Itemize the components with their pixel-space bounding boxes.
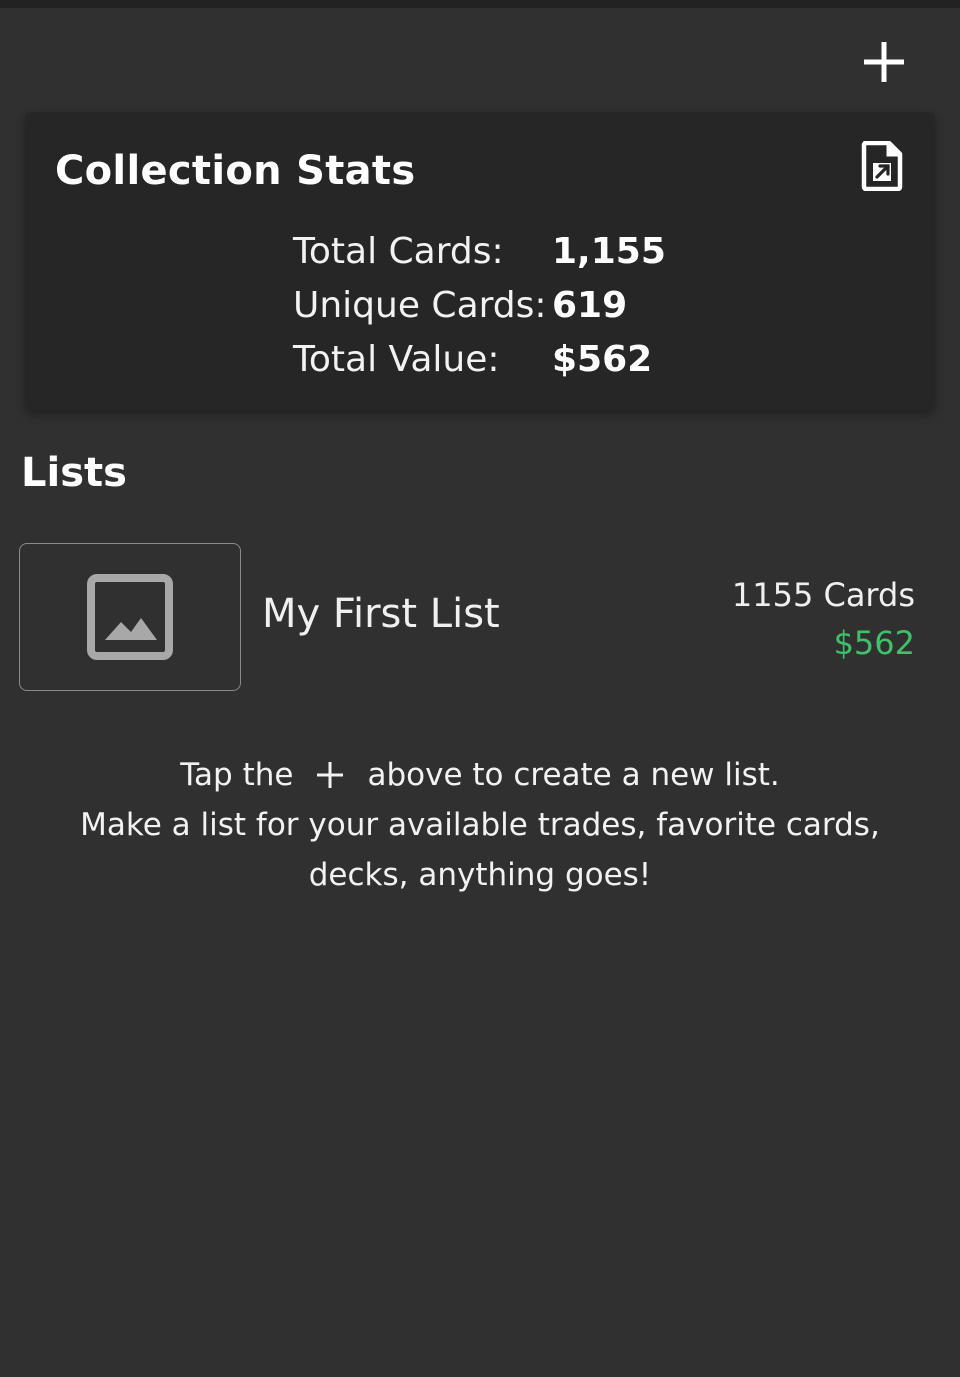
help-line-2: Make a list for your available trades, f…: [80, 807, 880, 893]
stat-row-total-value: Total Value: $562: [293, 332, 666, 386]
list-name: My First List: [262, 591, 500, 637]
stat-label: Total Cards:: [293, 230, 504, 272]
help-line-1: Tap the above to create a new list.: [0, 750, 960, 800]
add-list-button[interactable]: [856, 34, 912, 90]
help-text-before: Tap the: [180, 757, 294, 793]
status-bar-strip: [0, 0, 960, 8]
list-meta: 1155 Cards $562: [732, 573, 915, 669]
stats-rows: Total Cards: 1,155 Unique Cards: 619 Tot…: [293, 224, 666, 386]
stat-row-total-cards: Total Cards: 1,155: [293, 224, 666, 278]
stat-value: $562: [552, 338, 653, 380]
file-export-icon: [861, 141, 903, 191]
list-item-my-first-list[interactable]: My First List 1155 Cards $562: [19, 543, 919, 691]
stat-value: 619: [552, 284, 628, 326]
plus-icon: [293, 761, 367, 789]
stat-label: Unique Cards:: [293, 284, 547, 326]
help-text: Tap the above to create a new list. Make…: [0, 750, 960, 900]
image-placeholder-icon: [87, 574, 173, 660]
help-text-after: above to create a new list.: [367, 757, 780, 793]
collection-stats-card: Collection Stats Total Cards: 1,155 Uniq…: [25, 112, 935, 410]
stat-label: Total Value:: [293, 338, 500, 380]
stat-value: 1,155: [552, 230, 666, 272]
stat-row-unique-cards: Unique Cards: 619: [293, 278, 666, 332]
collection-stats-title: Collection Stats: [55, 148, 416, 194]
lists-heading: Lists: [21, 450, 127, 496]
plus-icon: [864, 42, 904, 82]
list-card-count: 1155 Cards: [731, 576, 915, 614]
list-value: $562: [833, 624, 915, 662]
list-thumbnail: [19, 543, 241, 691]
export-button[interactable]: [855, 136, 909, 196]
